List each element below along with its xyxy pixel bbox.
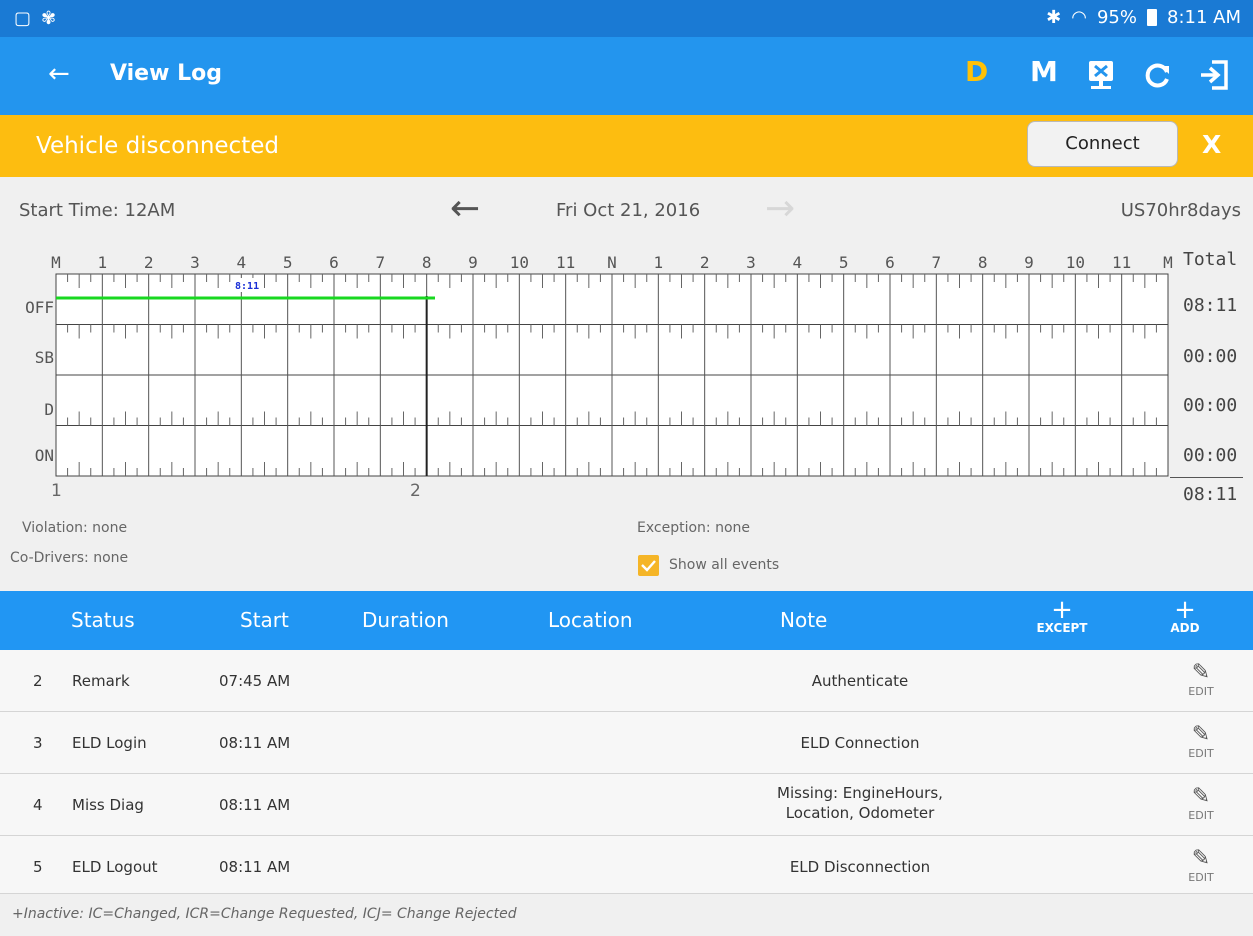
show-all-events-checkbox[interactable]: [638, 555, 659, 576]
row-number: 4: [33, 796, 43, 814]
plus-icon: +: [1051, 595, 1073, 625]
totals-divider: [1170, 477, 1243, 478]
add-exception-button[interactable]: + EXCEPT: [1030, 595, 1094, 635]
bluetooth-icon: ✱: [1046, 7, 1062, 28]
pencil-icon: ✎: [1191, 846, 1211, 871]
co-drivers-text: Co-Drivers: none: [10, 550, 129, 566]
row-note: ELD Disconnection: [789, 858, 931, 876]
add-event-button[interactable]: + ADD: [1160, 595, 1210, 635]
edit-label: EDIT: [1188, 747, 1214, 760]
pinwheel-icon: ✾: [41, 8, 57, 29]
edit-button[interactable]: ✎ EDIT: [1185, 784, 1217, 822]
day-view-button[interactable]: D: [965, 55, 988, 95]
col-status[interactable]: Status: [71, 608, 135, 632]
row-note-line-2: Location, Odometer: [785, 804, 935, 822]
battery-percent: 95%: [1096, 7, 1137, 28]
row-note: Authenticate: [811, 672, 909, 690]
edit-label: EDIT: [1188, 685, 1214, 698]
legend-footer: +Inactive: IC=Changed, ICR=Change Reques…: [12, 906, 517, 922]
wifi-icon: ◠: [1071, 7, 1087, 28]
col-duration[interactable]: Duration: [362, 608, 449, 632]
pencil-icon: ✎: [1191, 784, 1211, 809]
battery-icon: [1147, 9, 1157, 26]
time-marker-label: 8:11: [235, 281, 259, 292]
edit-button[interactable]: ✎ EDIT: [1185, 846, 1217, 884]
disconnect-device-icon[interactable]: [1085, 59, 1117, 99]
col-start[interactable]: Start: [240, 608, 289, 632]
violation-text: Violation: none: [22, 520, 128, 536]
edit-label: EDIT: [1188, 809, 1214, 822]
clock: 8:11 AM: [1167, 7, 1241, 28]
except-label: EXCEPT: [1036, 621, 1088, 635]
back-arrow-icon[interactable]: ←: [48, 59, 70, 89]
pencil-icon: ✎: [1191, 722, 1211, 747]
row-number: 2: [33, 672, 43, 690]
logout-icon[interactable]: [1198, 58, 1232, 98]
start-time-label: Start Time: 12AM: [19, 200, 176, 221]
app-bar: ← View Log D M: [0, 37, 1253, 115]
next-day-arrow-icon[interactable]: →: [765, 188, 795, 229]
edit-button[interactable]: ✎ EDIT: [1185, 722, 1217, 760]
grid-footer-number-1: 1: [51, 481, 62, 501]
row-note: ELD Connection: [800, 734, 920, 752]
duty-status-grid: M 1 2 3 4 5 6 7 8 9 10 11 N 1 2 3 4 5 6 7 8 9 10 11 M OFF SB D O…: [0, 240, 1253, 510]
page-title: View Log: [110, 61, 222, 86]
table-row[interactable]: 4 Miss Diag 08:11 AM Missing: EngineHour…: [0, 774, 1253, 836]
banner-message: Vehicle disconnected: [36, 133, 279, 159]
row-start: 08:11 AM: [219, 858, 291, 876]
exception-text: Exception: none: [637, 520, 750, 536]
pencil-icon: ✎: [1191, 660, 1211, 685]
row-start: 08:11 AM: [219, 796, 291, 814]
plus-icon: +: [1174, 595, 1196, 625]
events-table-header: Status Start Duration Location Note + EX…: [0, 591, 1253, 650]
status-bar: ▢ ✾ ✱ ◠ 95% 8:11 AM: [0, 0, 1253, 37]
row-start: 07:45 AM: [219, 672, 291, 690]
month-view-button[interactable]: M: [1030, 55, 1058, 95]
add-label: ADD: [1170, 621, 1200, 635]
previous-day-arrow-icon[interactable]: ←: [450, 188, 480, 229]
table-row[interactable]: 2 Remark 07:45 AM Authenticate ✎ EDIT: [0, 650, 1253, 712]
row-status: ELD Login: [72, 734, 147, 752]
edit-label: EDIT: [1188, 871, 1214, 884]
screenshot-icon: ▢: [14, 8, 32, 29]
edit-button[interactable]: ✎ EDIT: [1185, 660, 1217, 698]
refresh-icon[interactable]: [1143, 60, 1173, 100]
col-location[interactable]: Location: [548, 608, 633, 632]
row-status: ELD Logout: [72, 858, 158, 876]
close-banner-button[interactable]: X: [1202, 130, 1221, 159]
table-row[interactable]: 3 ELD Login 08:11 AM ELD Connection ✎ EDI…: [0, 712, 1253, 774]
grid-footer-number-2: 2: [410, 481, 421, 501]
check-icon: [641, 560, 656, 572]
row-status: Miss Diag: [72, 796, 144, 814]
row-number: 5: [33, 858, 43, 876]
log-date: Fri Oct 21, 2016: [556, 200, 701, 221]
table-row[interactable]: 5 ELD Logout 08:11 AM ELD Disconnection …: [0, 836, 1253, 894]
row-start: 08:11 AM: [219, 734, 291, 752]
connect-button[interactable]: Connect: [1027, 121, 1178, 167]
vehicle-status-banner: Vehicle disconnected Connect X: [0, 115, 1253, 177]
cycle-rule: US70hr8days: [1120, 200, 1241, 221]
row-number: 3: [33, 734, 43, 752]
show-all-events-label: Show all events: [669, 557, 780, 573]
row-status: Remark: [72, 672, 130, 690]
col-note[interactable]: Note: [780, 608, 827, 632]
grid-chart[interactable]: 8:11: [0, 240, 1253, 510]
row-note-line-1: Missing: EngineHours,: [777, 784, 943, 802]
